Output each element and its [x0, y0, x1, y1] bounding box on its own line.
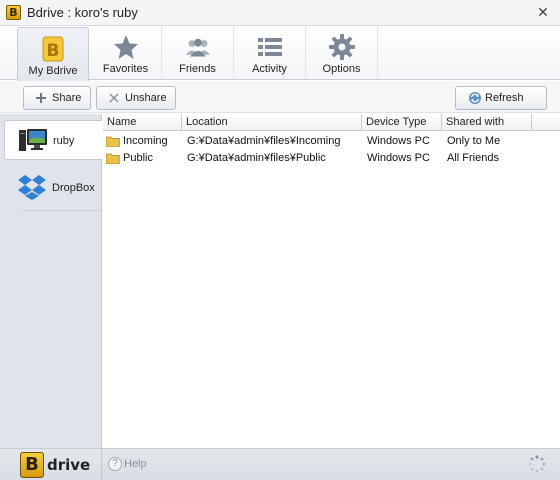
footer-divider	[101, 449, 102, 480]
refresh-label: Refresh	[485, 92, 524, 104]
column-header-device-type[interactable]: Device Type	[362, 114, 442, 131]
folder-icon	[106, 136, 120, 147]
sidebar-item-dropbox[interactable]: DropBox	[4, 168, 102, 208]
sidebar-item-label: ruby	[53, 135, 75, 147]
help-icon: ?	[108, 457, 122, 471]
tab-label: Friends	[179, 63, 216, 75]
table-row[interactable]: Public G:¥Data¥admin¥files¥Public Window…	[103, 150, 560, 167]
cell-location: G:¥Data¥admin¥files¥Public	[187, 152, 326, 164]
dropbox-icon	[18, 175, 46, 200]
tab-label: My Bdrive	[28, 65, 78, 77]
tab-friends[interactable]: Friends	[162, 26, 234, 80]
share-button[interactable]: Share	[23, 86, 91, 110]
title-bar: B Bdrive : koro's ruby ✕	[0, 0, 560, 26]
tab-label: Activity	[252, 63, 287, 75]
cell-name: Incoming	[123, 135, 168, 147]
column-header-shared-with[interactable]: Shared with	[442, 114, 532, 131]
sidebar-item-label: DropBox	[52, 182, 95, 194]
share-label: Share	[52, 92, 82, 104]
column-header-location[interactable]: Location	[182, 114, 362, 131]
cell-name: Public	[123, 152, 153, 164]
cell-shared-with: Only to Me	[447, 135, 501, 147]
tab-label: Favorites	[102, 63, 149, 75]
sidebar-item-ruby[interactable]: ruby	[4, 120, 102, 160]
plus-icon	[36, 93, 46, 103]
refresh-icon	[469, 92, 481, 104]
app-icon: B	[6, 5, 21, 20]
friends-icon	[185, 38, 210, 57]
table-header: Name Location Device Type Shared with	[103, 114, 560, 131]
tab-options[interactable]: Options	[306, 26, 378, 80]
column-header-name[interactable]: Name	[103, 114, 182, 131]
bdrive-logo: B drive	[20, 452, 90, 478]
cell-shared-with: All Friends	[447, 152, 499, 164]
main-tab-bar: B My Bdrive Favorites Friends Activity O…	[0, 26, 560, 81]
bdrive-icon: B	[42, 36, 64, 62]
sidebar-divider	[22, 210, 102, 211]
cell-device-type: Windows PC	[367, 152, 430, 164]
tab-favorites[interactable]: Favorites	[90, 26, 162, 80]
help-label: Help	[124, 458, 147, 470]
logo-text: drive	[47, 456, 91, 474]
device-sidebar: ruby DropBox	[0, 114, 102, 448]
unshare-label: Unshare	[125, 92, 167, 104]
folder-icon	[106, 153, 120, 164]
tab-my-bdrive[interactable]: B My Bdrive	[17, 27, 89, 81]
star-icon	[113, 35, 138, 59]
table-row[interactable]: Incoming G:¥Data¥admin¥files¥Incoming Wi…	[103, 133, 560, 150]
unshare-button[interactable]: Unshare	[96, 86, 176, 110]
computer-icon	[19, 129, 47, 151]
window-title: Bdrive : koro's ruby	[27, 5, 138, 20]
cell-location: G:¥Data¥admin¥files¥Incoming	[187, 135, 341, 147]
logo-letter: B	[20, 452, 44, 478]
cell-device-type: Windows PC	[367, 135, 430, 147]
shared-folders-table: Name Location Device Type Shared with In…	[103, 114, 560, 448]
action-toolbar: Share Unshare Refresh	[0, 81, 560, 113]
list-icon	[257, 38, 282, 56]
x-icon	[109, 93, 119, 103]
tab-activity[interactable]: Activity	[234, 26, 306, 80]
tab-label: Options	[322, 63, 361, 75]
refresh-button[interactable]: Refresh	[455, 86, 547, 110]
status-footer: B drive ? Help	[0, 448, 560, 480]
close-button[interactable]: ✕	[535, 5, 551, 21]
svg-text:B: B	[47, 41, 60, 61]
loading-spinner-icon	[528, 455, 546, 473]
gear-icon	[328, 34, 355, 60]
